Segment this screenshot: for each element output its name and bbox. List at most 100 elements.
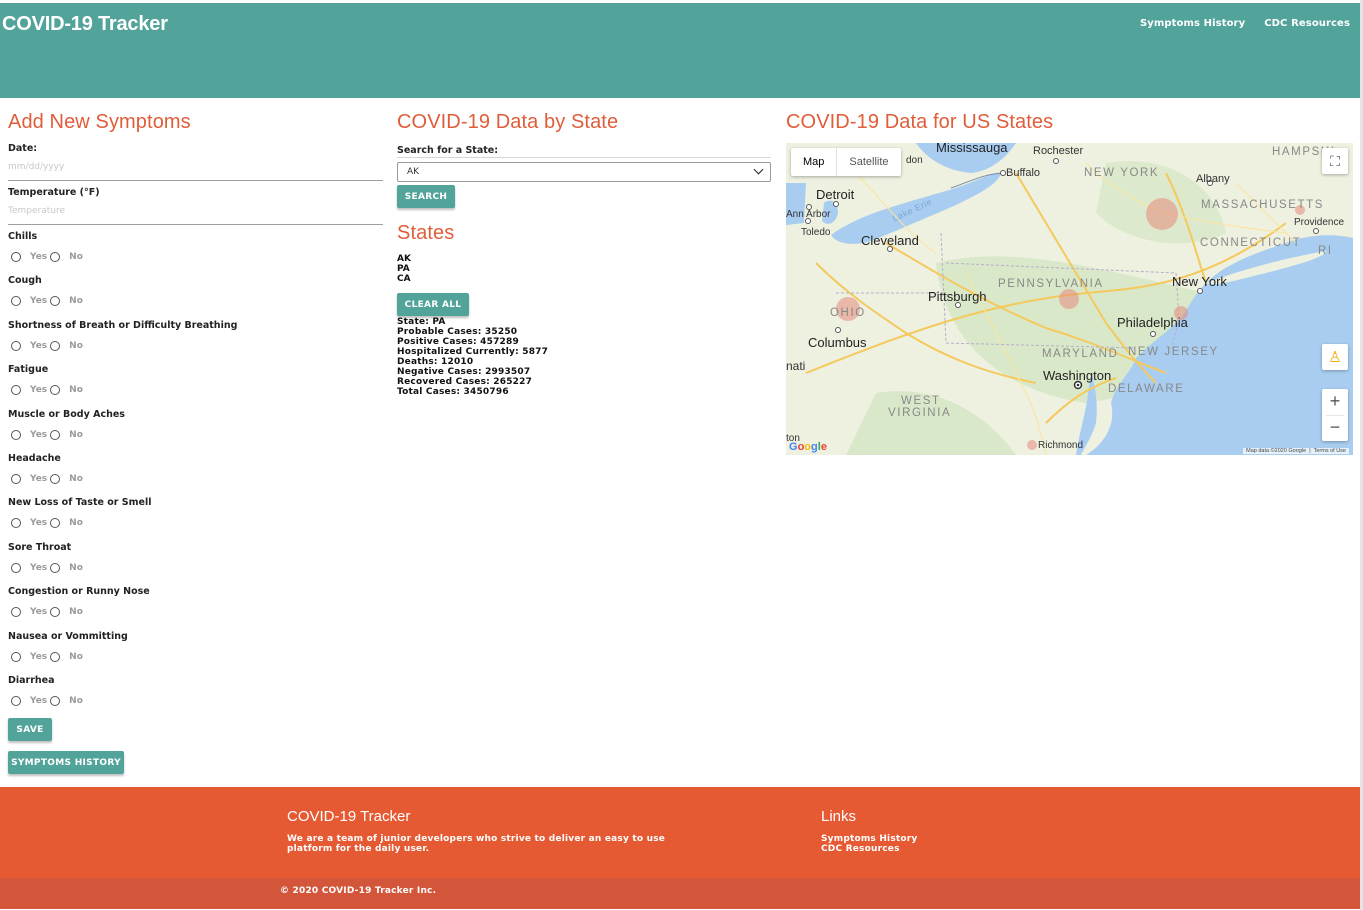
footer-links: Symptoms History CDC Resources — [821, 834, 918, 854]
nav-link-cdc-resources[interactable]: CDC Resources — [1264, 18, 1350, 29]
symptom-question-label: Cough — [8, 275, 42, 286]
no-radio[interactable] — [50, 607, 61, 617]
state-item[interactable]: CA — [397, 274, 411, 284]
yes-radio[interactable] — [11, 696, 21, 706]
city-label: Philadelphia — [1117, 315, 1188, 330]
symptom-question-label: Nausea or Vommitting — [8, 631, 128, 642]
map-tab-satellite[interactable]: Satellite — [837, 148, 900, 176]
footer-link-cdc-resources[interactable]: CDC Resources — [821, 844, 918, 854]
date-input[interactable]: mm/dd/yyyy — [8, 162, 64, 172]
symptoms-history-button[interactable]: SYMPTOMS HISTORY — [8, 751, 124, 774]
region-label: VIRGINIA — [888, 407, 952, 419]
clear-all-button[interactable]: CLEAR ALL — [397, 293, 469, 316]
yes-radio[interactable] — [11, 296, 21, 306]
yes-radio[interactable] — [11, 430, 21, 440]
map-marker[interactable] — [1146, 198, 1178, 230]
top-navbar: COVID-19 Tracker Symptoms History CDC Re… — [0, 3, 1360, 98]
city-label: New York — [1172, 274, 1227, 289]
no-radio-label: No — [69, 696, 83, 706]
nav-link-symptoms-history[interactable]: Symptoms History — [1140, 18, 1245, 29]
search-state-label: Search for a State: — [397, 145, 499, 156]
no-radio-label: No — [69, 341, 83, 351]
no-radio[interactable] — [50, 563, 61, 573]
map-type-control: Map Satellite — [791, 148, 901, 176]
no-radio[interactable] — [50, 518, 61, 528]
stat-negative-cases: Negative Cases: 2993507 — [397, 367, 531, 377]
yes-radio[interactable] — [11, 652, 21, 662]
terms-link[interactable]: Terms of Use — [1314, 448, 1346, 454]
city-label: Providence — [1294, 217, 1345, 228]
states-list: AK PA CA — [397, 254, 411, 284]
state-item[interactable]: PA — [397, 264, 411, 274]
us-map[interactable]: Map Satellite Mississauga Rochester Buff… — [786, 143, 1353, 455]
stat-state: State: PA — [397, 317, 446, 327]
yes-radio[interactable] — [11, 474, 21, 484]
symptom-radio-group: Yes No — [11, 652, 86, 662]
yes-radio-label: Yes — [30, 696, 48, 706]
page: COVID-19 Tracker Symptoms History CDC Re… — [0, 0, 1363, 910]
symptom-question-label: Headache — [8, 453, 61, 464]
add-symptoms-heading: Add New Symptoms — [8, 111, 191, 133]
yes-radio[interactable] — [11, 385, 21, 395]
state-select-value: AK — [407, 167, 420, 177]
yes-radio-label: Yes — [30, 341, 48, 351]
no-radio[interactable] — [50, 474, 61, 484]
no-radio[interactable] — [50, 296, 61, 306]
symptom-question-label: Shortness of Breath or Difficulty Breath… — [8, 320, 238, 331]
symptom-radio-group: Yes No — [11, 430, 86, 440]
no-radio[interactable] — [50, 341, 61, 351]
yes-radio[interactable] — [11, 518, 21, 528]
no-radio-label: No — [69, 652, 83, 662]
symptom-radio-group: Yes No — [11, 252, 86, 262]
search-button[interactable]: SEARCH — [397, 185, 455, 208]
no-radio-label: No — [69, 385, 83, 395]
yes-radio-label: Yes — [30, 296, 48, 306]
region-label: WEST — [901, 395, 941, 407]
region-label: MARYLAND — [1042, 348, 1119, 360]
temperature-input[interactable]: Temperature — [8, 206, 65, 216]
chevron-down-icon — [753, 164, 764, 175]
symptom-question-label: Congestion or Runny Nose — [8, 586, 150, 597]
no-radio-label: No — [69, 430, 83, 440]
region-label: NEW JERSEY — [1128, 346, 1219, 358]
footer-copyright-bar: © 2020 COVID-19 Tracker Inc. — [0, 878, 1360, 909]
yes-radio[interactable] — [11, 252, 21, 262]
fullscreen-icon[interactable]: ⛶ — [1322, 148, 1348, 174]
city-label: Buffalo — [1006, 167, 1041, 179]
no-radio-label: No — [69, 607, 83, 617]
footer-description-line: platform for the daily user. — [287, 844, 430, 854]
zoom-in-icon[interactable]: + — [1330, 389, 1341, 415]
save-button[interactable]: SAVE — [8, 718, 52, 741]
pegman-icon[interactable]: ♙ — [1322, 344, 1348, 370]
symptom-radio-group: Yes No — [11, 474, 86, 484]
zoom-out-icon[interactable]: − — [1326, 415, 1344, 441]
no-radio[interactable] — [50, 430, 61, 440]
temperature-input-underline — [8, 224, 383, 225]
state-select[interactable]: AK — [397, 162, 771, 182]
stat-positive-cases: Positive Cases: 457289 — [397, 337, 519, 347]
no-radio[interactable] — [50, 696, 61, 706]
map-tab-map[interactable]: Map — [791, 148, 838, 176]
yes-radio[interactable] — [11, 607, 21, 617]
city-label: Mississauga — [936, 143, 1008, 155]
no-radio[interactable] — [50, 252, 61, 262]
yes-radio[interactable] — [11, 563, 21, 573]
footer-description: We are a team of junior developers who s… — [287, 834, 665, 854]
region-label: PENNSYLVANIA — [998, 278, 1104, 290]
yes-radio[interactable] — [11, 341, 21, 351]
zoom-control: + − — [1322, 389, 1348, 441]
stat-deaths: Deaths: 12010 — [397, 357, 474, 367]
symptom-radio-group: Yes No — [11, 518, 86, 528]
brand-logo[interactable]: COVID-19 Tracker — [2, 13, 168, 36]
no-radio[interactable] — [50, 652, 61, 662]
map-marker[interactable] — [1059, 289, 1079, 309]
state-item[interactable]: AK — [397, 254, 411, 264]
map-marker[interactable] — [1027, 440, 1037, 450]
footer-link-symptoms-history[interactable]: Symptoms History — [821, 834, 918, 844]
temperature-label: Temperature (°F) — [8, 187, 100, 198]
symptom-radio-group: Yes No — [11, 696, 86, 706]
no-radio[interactable] — [50, 385, 61, 395]
map-base — [786, 143, 1353, 455]
city-label: Ann Arbor — [786, 209, 831, 220]
yes-radio-label: Yes — [30, 474, 48, 484]
